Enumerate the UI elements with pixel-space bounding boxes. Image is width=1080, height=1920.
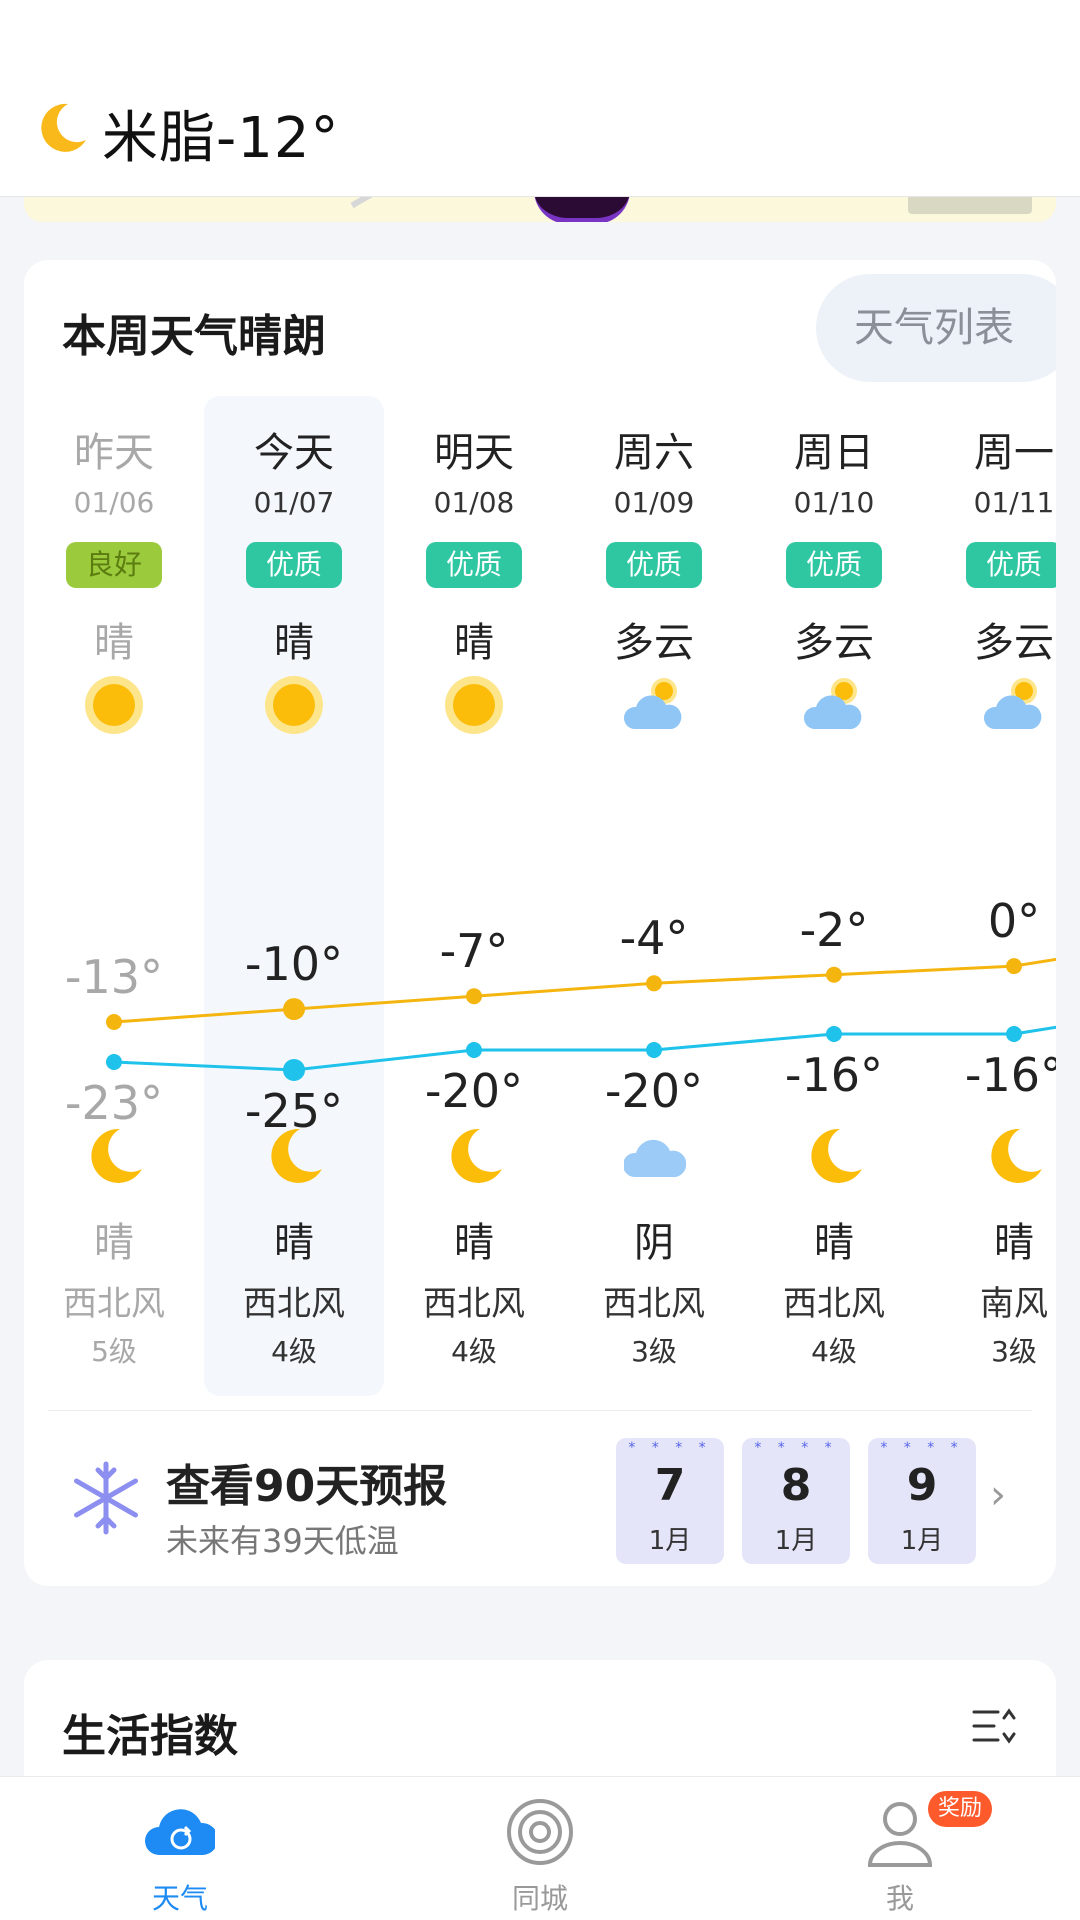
chevron-right-icon: › [990,1472,1006,1518]
cloud-sun-icon [983,675,1044,735]
weekly-forecast-card: 本周天气晴朗 天气列表 昨天 01/06 良好晴 -13° -23° 晴西北风 5级 今天 01… [24,260,1056,1586]
wind-direction: 西北风 [63,1284,165,1324]
night-condition: 晴 [994,1220,1034,1266]
day-column[interactable]: 昨天 01/06 良好晴 -13° -23° 晴西北风 5级 [24,420,204,1370]
sort-icon[interactable] [970,1702,1018,1750]
high-temp: -2° [799,902,869,957]
tab-local[interactable]: 同城 [460,1777,620,1920]
aqi-badge: 优质 [966,542,1056,588]
wind-level: 4级 [451,1335,497,1368]
high-temp: -10° [244,937,344,992]
forecast-90-day[interactable]: 查看90天预报 未来有39天低温 * * * * 7 1月 * * * * 8 … [24,1410,1056,1586]
day-column[interactable]: 今天 01/07 优质晴 -10° -25° 晴西北风 4级 [204,420,384,1370]
radar-icon [507,1799,573,1865]
wind-direction: 西北风 [423,1284,525,1324]
bottom-navigation: 天气 同城 奖励 我 [0,1776,1080,1920]
wind-direction: 南风 [980,1284,1048,1324]
moon-icon [984,1125,1046,1187]
moon-icon [41,103,86,152]
aqi-badge: 良好 [66,542,162,588]
day-condition: 多云 [614,620,694,666]
sun-icon [264,675,324,735]
day-column[interactable]: 周一 01/11 优质多云 0° -16° 晴南风 3级 [924,420,1056,1370]
calendar-day-tile: * * * * 7 1月 [616,1438,724,1564]
low-temp: -23° [64,1076,164,1130]
week-title: 本周天气晴朗 [62,311,326,362]
wind-level: 3级 [991,1335,1037,1368]
moon-icon [264,1125,326,1187]
wind-direction: 西北风 [783,1284,885,1324]
day-name: 昨天 [74,430,154,476]
weather-list-button[interactable]: 天气列表 [816,274,1056,382]
day-date: 01/06 [73,486,155,519]
tab-me[interactable]: 奖励 我 [820,1777,993,1920]
day-date: 01/09 [613,486,695,519]
low-temp: -20° [424,1064,524,1118]
aqi-badge: 优质 [606,542,702,588]
day-date: 01/08 [433,486,515,519]
life-index-title: 生活指数 [62,1711,238,1762]
day-date: 01/10 [793,486,875,519]
reward-badge: 奖励 [928,1791,993,1827]
wind-direction: 西北风 [243,1284,345,1324]
high-temp: -7° [439,924,509,979]
moon-icon [444,1125,506,1187]
calendar-day-tile: * * * * 9 1月 [868,1438,976,1564]
day-name: 明天 [434,430,514,476]
sun-icon [84,675,144,735]
forecast-subtitle: 未来有39天低温 [166,1522,399,1560]
snow-dots-icon: * * * * [628,1440,712,1456]
day-column[interactable]: 明天 01/08 优质晴 -7° -20° 晴西北风 4级 [384,420,564,1370]
night-condition: 晴 [814,1220,854,1266]
sun-icon [444,675,504,735]
wind-direction: 西北风 [603,1284,705,1324]
location-temperature[interactable]: 米脂-12° [102,93,339,174]
aqi-badge: 优质 [246,542,342,588]
wind-level: 3级 [631,1335,677,1368]
day-condition: 晴 [94,620,134,666]
high-temp: -13° [64,950,164,1004]
wind-level: 5级 [91,1335,137,1368]
app-header: 米脂-12° [0,0,1080,197]
calendar-day-tile: * * * * 8 1月 [742,1438,850,1564]
cloud-sun-icon [623,675,684,735]
day-column[interactable]: 周日 01/10 优质多云 -2° -16° 晴西北风 4级 [744,420,924,1370]
day-name: 周一 [974,430,1054,476]
day-condition: 晴 [454,620,494,666]
aqi-badge: 优质 [426,542,522,588]
snow-dots-icon: * * * * [754,1440,838,1456]
day-condition: 多云 [794,620,874,666]
low-temp: -20° [604,1064,704,1118]
low-temp: -16° [964,1048,1056,1102]
user-icon [867,1802,933,1867]
day-date: 01/11 [973,486,1055,519]
snow-dots-icon: * * * * [880,1440,964,1456]
day-name: 今天 [254,430,334,476]
cloud-sun-icon [803,675,864,735]
day-condition: 多云 [974,620,1054,666]
weather-cloud-icon [145,1809,215,1855]
wind-level: 4级 [811,1335,857,1368]
night-condition: 晴 [454,1220,494,1266]
high-temp: 0° [987,894,1041,949]
day-name: 周六 [614,430,694,476]
low-temp: -16° [784,1048,884,1102]
snowflake-icon [74,1461,138,1535]
day-date: 01/07 [253,486,335,519]
high-temp: -4° [619,911,689,966]
night-condition: 晴 [94,1220,134,1266]
cloud-icon [622,1125,687,1187]
day-condition: 晴 [274,620,314,666]
night-condition: 阴 [634,1220,674,1266]
forecast-title: 查看90天预报 [166,1461,448,1512]
night-condition: 晴 [274,1220,314,1266]
day-column[interactable]: 周六 01/09 优质多云 -4° -20° 阴西北风 3级 [564,420,744,1370]
moon-icon [804,1125,866,1187]
tab-weather[interactable]: 天气 [100,1777,260,1920]
aqi-badge: 优质 [786,542,882,588]
wind-level: 4级 [271,1335,317,1368]
moon-icon [84,1125,146,1187]
day-name: 周日 [794,430,874,476]
